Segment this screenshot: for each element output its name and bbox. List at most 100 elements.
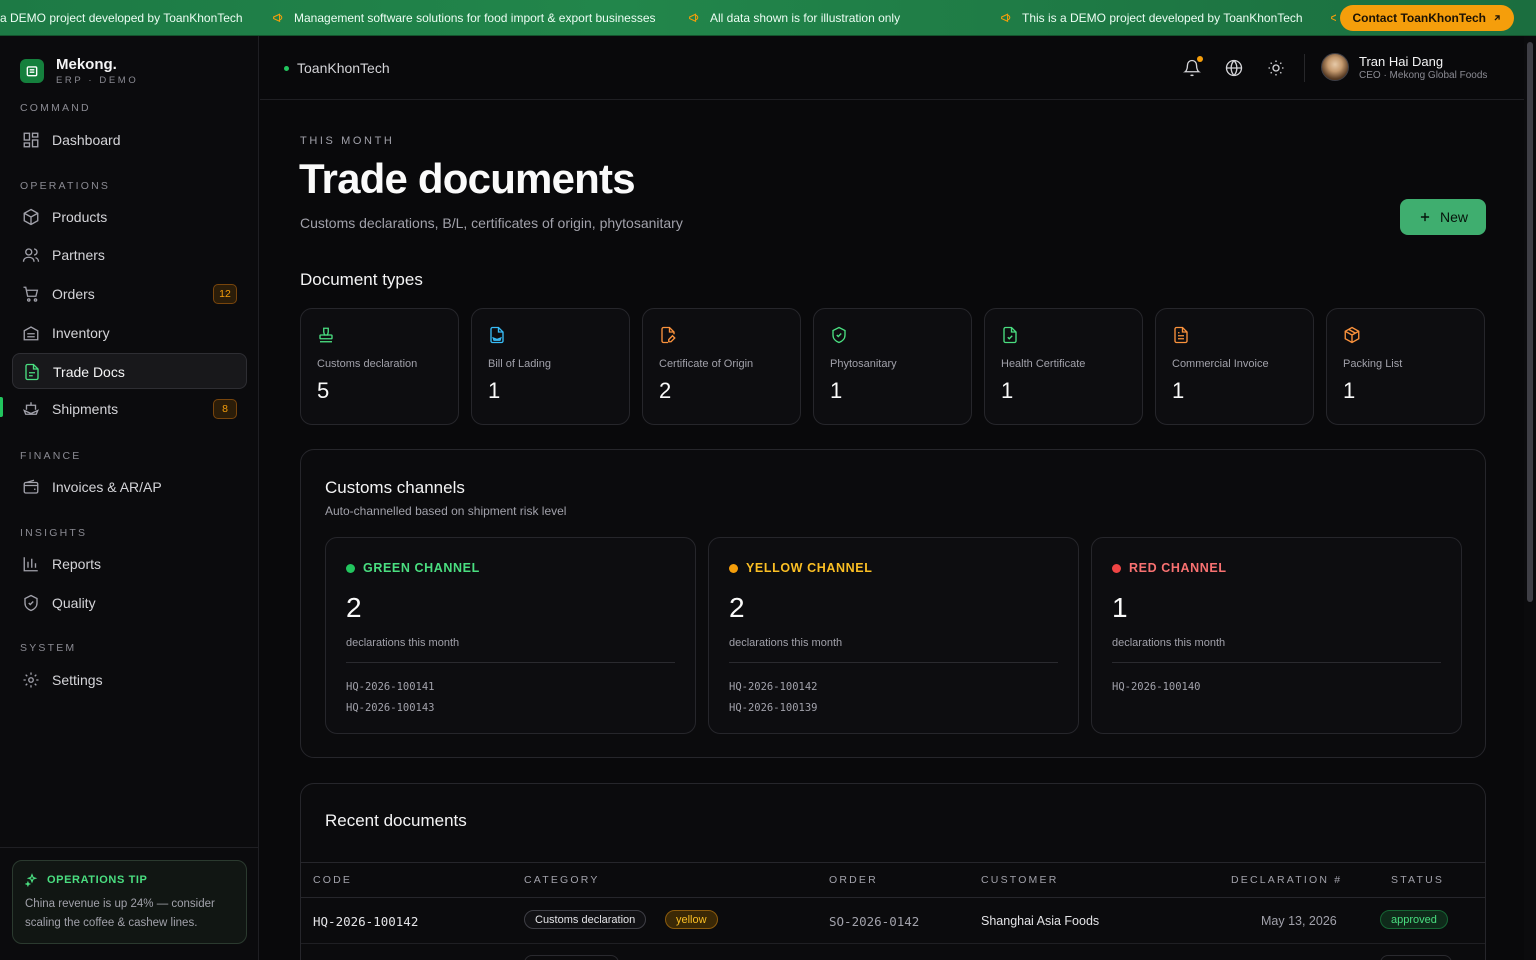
logo-icon: [20, 59, 44, 83]
sidebar-item-dashboard[interactable]: Dashboard: [12, 122, 247, 158]
users-icon: [22, 246, 40, 264]
doc-type-card-commercial-invoice[interactable]: Commercial Invoice 1: [1155, 308, 1314, 425]
org-switcher[interactable]: ToanKhonTech: [284, 60, 390, 76]
channel-header: GREEN CHANNEL: [346, 561, 480, 575]
doc-type-label: Packing List: [1343, 358, 1403, 370]
tip-title-text: OPERATIONS TIP: [47, 874, 148, 886]
sidebar-item-quality[interactable]: Quality: [12, 585, 247, 621]
sidebar-item-label: Trade Docs: [53, 364, 125, 380]
declaration-code[interactable]: HQ-2026-100143: [346, 698, 435, 719]
gear-icon: [22, 671, 40, 689]
org-name: ToanKhonTech: [297, 60, 390, 76]
channel-header: RED CHANNEL: [1112, 561, 1227, 575]
sidebar-item-orders[interactable]: Orders 12: [12, 276, 247, 312]
column-header-code[interactable]: CODE: [313, 874, 352, 886]
sidebar-item-settings[interactable]: Settings: [12, 662, 247, 698]
doc-type-count: 1: [830, 378, 843, 403]
row-order[interactable]: SO-2026-0142: [829, 914, 919, 929]
channel-note: declarations this month: [1112, 637, 1226, 649]
recent-title: Recent documents: [325, 811, 467, 830]
orders-count-badge: 12: [213, 284, 237, 304]
channel-card-red[interactable]: RED CHANNEL 1 declarations this month HQ…: [1091, 537, 1462, 734]
channel-codes: HQ-2026-100141 HQ-2026-100143: [346, 677, 435, 719]
doc-type-card-packing-list[interactable]: Packing List 1: [1326, 308, 1485, 425]
theme-toggle-button[interactable]: [1264, 56, 1288, 80]
table-row[interactable]: [301, 945, 1485, 960]
column-header-category[interactable]: CATEGORY: [524, 874, 600, 886]
sidebar-item-reports[interactable]: Reports: [12, 546, 247, 582]
scrollbar-thumb[interactable]: [1527, 42, 1533, 602]
column-header-declaration[interactable]: DECLARATION #: [1231, 874, 1342, 886]
sidebar-item-label: Inventory: [52, 325, 110, 341]
plus-icon: [1420, 212, 1430, 222]
scrollbar[interactable]: [1524, 36, 1536, 960]
shield-check-icon: [22, 594, 40, 612]
recent-documents-panel: Recent documents CODE CATEGORY ORDER CUS…: [300, 783, 1486, 960]
status-badge: [1380, 955, 1452, 960]
sidebar-item-products[interactable]: Products: [12, 199, 247, 235]
shipments-count-badge: 8: [213, 399, 237, 419]
sidebar-divider: [0, 847, 259, 848]
doc-type-card-bill-of-lading[interactable]: Bill of Lading 1: [471, 308, 630, 425]
channel-card-yellow[interactable]: YELLOW CHANNEL 2 declarations this month…: [708, 537, 1079, 734]
doc-type-card-customs[interactable]: Customs declaration 5: [300, 308, 459, 425]
row-customer: Shanghai Asia Foods: [981, 914, 1100, 928]
red-dot-icon: [1112, 563, 1121, 573]
contact-button[interactable]: Contact ToanKhonTech: [1340, 5, 1514, 31]
column-header-order[interactable]: ORDER: [829, 874, 878, 886]
declaration-code[interactable]: HQ-2026-100139: [729, 698, 818, 719]
section-label-insights: INSIGHTS: [20, 527, 88, 539]
sidebar-item-partners[interactable]: Partners: [12, 237, 247, 273]
sparkles-icon: [25, 873, 38, 887]
top-header: ToanKhonTech Tran Hai Dang CEO · Mekong …: [260, 36, 1524, 100]
avatar[interactable]: [1321, 53, 1349, 81]
doc-type-card-certificate-of-origin[interactable]: Certificate of Origin 2: [642, 308, 801, 425]
declaration-code[interactable]: HQ-2026-100140: [1112, 677, 1201, 698]
column-header-status[interactable]: STATUS: [1391, 874, 1444, 886]
ticker-message: a DEMO project developed by ToanKhonTech: [0, 11, 243, 25]
package-icon: [1343, 326, 1363, 346]
cart-icon: [22, 285, 40, 303]
sidebar-item-label: Invoices & AR/AP: [52, 479, 162, 495]
tip-text: China revenue is up 24% — consider scali…: [25, 898, 215, 929]
language-button[interactable]: [1222, 56, 1246, 80]
column-header-customer[interactable]: CUSTOMER: [981, 874, 1059, 886]
brand[interactable]: Mekong. ERP · DEMO: [20, 56, 138, 86]
section-label-operations: OPERATIONS: [20, 180, 111, 192]
section-label-finance: FINANCE: [20, 450, 82, 462]
sidebar-item-invoices[interactable]: Invoices & AR/AP: [12, 469, 247, 505]
sun-icon: [1268, 60, 1284, 76]
declaration-code[interactable]: HQ-2026-100142: [729, 677, 818, 698]
sidebar-item-inventory[interactable]: Inventory: [12, 315, 247, 351]
doc-type-card-health-certificate[interactable]: Health Certificate 1: [984, 308, 1143, 425]
channel-card-green[interactable]: GREEN CHANNEL 2 declarations this month …: [325, 537, 696, 734]
box-icon: [22, 208, 40, 226]
sidebar-item-shipments[interactable]: Shipments 8: [12, 391, 247, 427]
channel-note: declarations this month: [346, 637, 460, 649]
user-name[interactable]: Tran Hai Dang: [1359, 54, 1443, 69]
channel-codes: HQ-2026-100142 HQ-2026-100139: [729, 677, 818, 719]
channel-pill: yellow: [665, 910, 718, 929]
table-header: CODE CATEGORY ORDER CUSTOMER DECLARATION…: [301, 862, 1485, 898]
declaration-code[interactable]: HQ-2026-100141: [346, 677, 435, 698]
announcement-banner: a DEMO project developed by ToanKhonTech…: [0, 0, 1536, 36]
notifications-button[interactable]: [1180, 56, 1204, 80]
file-stack-icon: [23, 363, 41, 381]
sidebar-item-label: Products: [52, 209, 108, 225]
row-code[interactable]: HQ-2026-100142: [313, 914, 418, 929]
document-types-title: Document types: [300, 270, 423, 289]
doc-type-count: 1: [488, 378, 501, 403]
sidebar-item-label: Shipments: [52, 401, 119, 417]
sidebar-item-trade-docs[interactable]: Trade Docs: [12, 353, 247, 389]
doc-type-card-phytosanitary[interactable]: Phytosanitary 1: [813, 308, 972, 425]
doc-type-count: 1: [1172, 378, 1185, 403]
channel-name: RED CHANNEL: [1129, 561, 1227, 575]
page-subtitle: Customs declarations, B/L, certificates …: [300, 215, 683, 231]
yellow-dot-icon: [729, 563, 738, 573]
header-divider: [1304, 54, 1305, 82]
sidebar: Mekong. ERP · DEMO COMMAND Dashboard OPE…: [0, 36, 259, 960]
sidebar-item-label: Orders: [52, 286, 95, 302]
sidebar-item-label: Partners: [52, 247, 105, 263]
new-document-button[interactable]: New: [1400, 199, 1486, 235]
table-row[interactable]: HQ-2026-100142 Customs declaration yello…: [301, 898, 1485, 944]
